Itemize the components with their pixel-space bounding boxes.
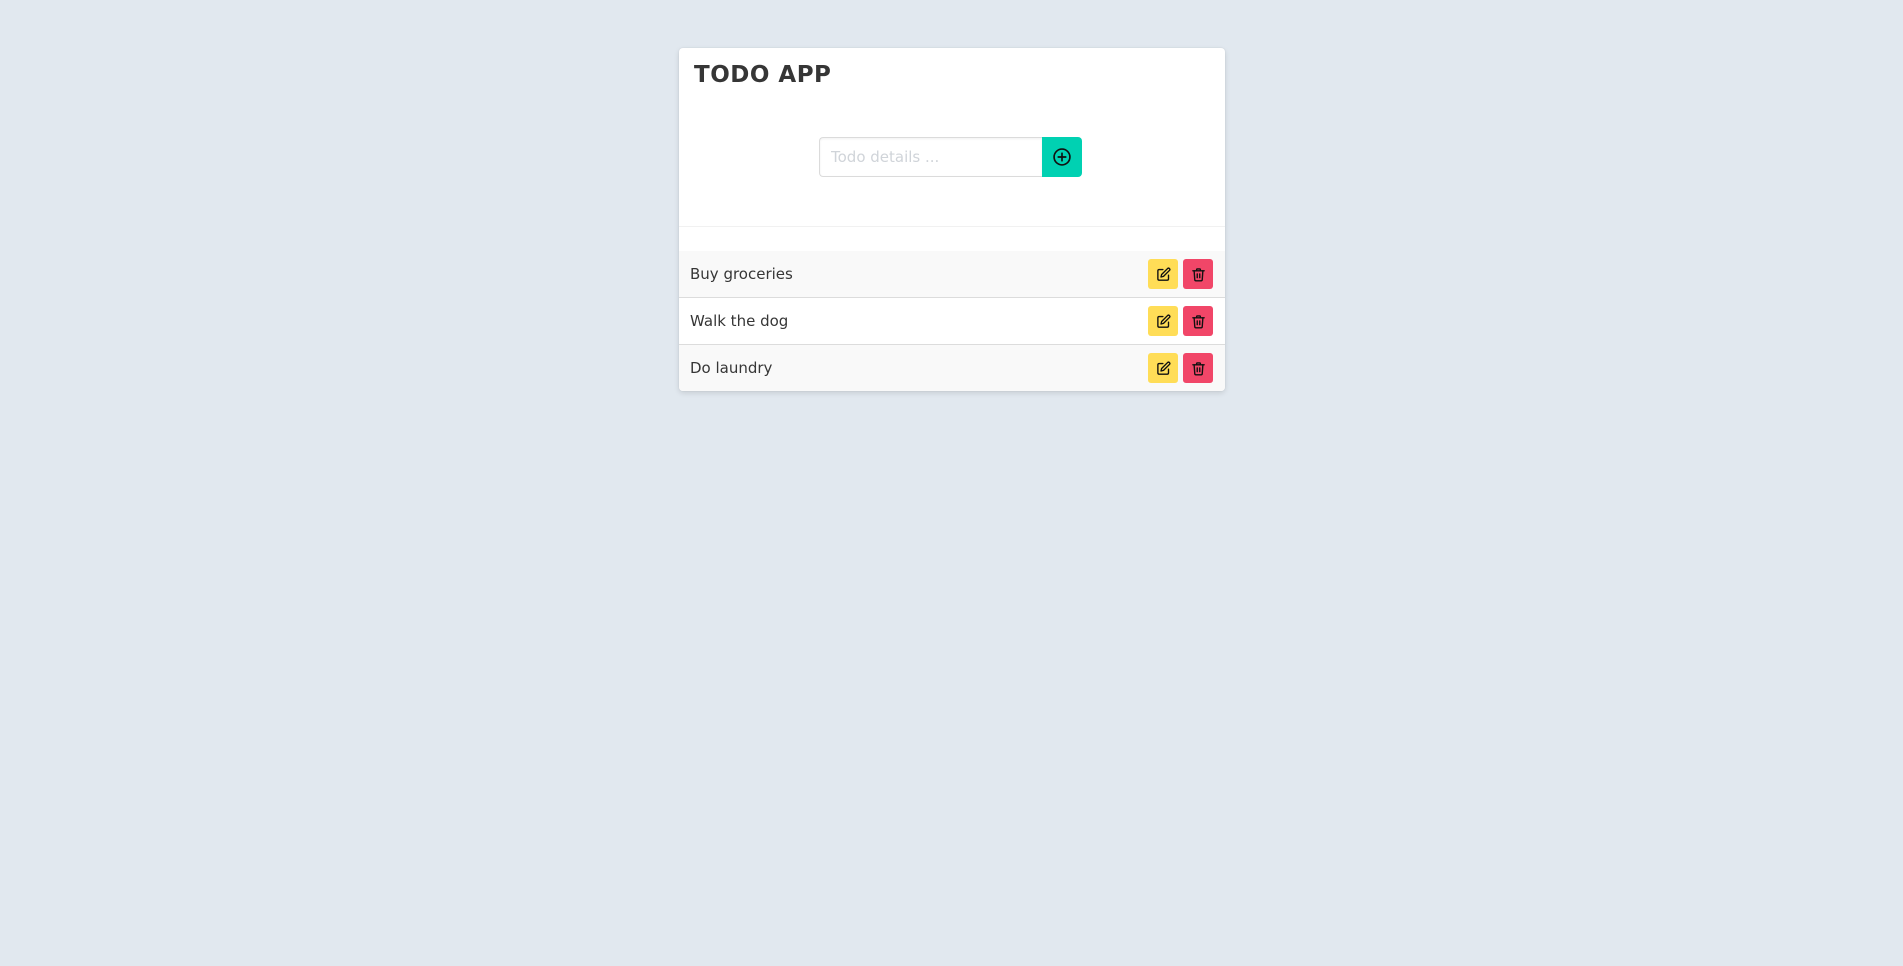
todo-input[interactable] (819, 137, 1042, 177)
delete-button[interactable] (1183, 353, 1213, 383)
edit-button[interactable] (1148, 306, 1178, 336)
todo-card: TODO APP Buy groceries (679, 48, 1225, 391)
delete-button[interactable] (1183, 259, 1213, 289)
edit-icon (1156, 361, 1171, 376)
add-todo-button[interactable] (1042, 137, 1082, 177)
plus-circle-icon (1052, 147, 1072, 167)
edit-icon (1156, 314, 1171, 329)
trash-icon (1191, 314, 1206, 329)
todo-item-actions (1148, 306, 1213, 336)
edit-icon (1156, 267, 1171, 282)
trash-icon (1191, 267, 1206, 282)
todo-item-text: Walk the dog (690, 312, 789, 330)
todo-header: TODO APP (679, 48, 1225, 227)
add-todo-form (819, 137, 1082, 177)
trash-icon (1191, 361, 1206, 376)
todo-item-text: Do laundry (690, 359, 773, 377)
todo-item-actions (1148, 259, 1213, 289)
todo-item: Buy groceries (679, 251, 1225, 298)
edit-button[interactable] (1148, 353, 1178, 383)
delete-button[interactable] (1183, 306, 1213, 336)
todo-list: Buy groceries Walk the dog Do laundry (679, 251, 1225, 391)
todo-item: Walk the dog (679, 298, 1225, 345)
todo-item: Do laundry (679, 345, 1225, 391)
todo-item-text: Buy groceries (690, 265, 793, 283)
todo-item-actions (1148, 353, 1213, 383)
page-title: TODO APP (694, 62, 832, 88)
edit-button[interactable] (1148, 259, 1178, 289)
